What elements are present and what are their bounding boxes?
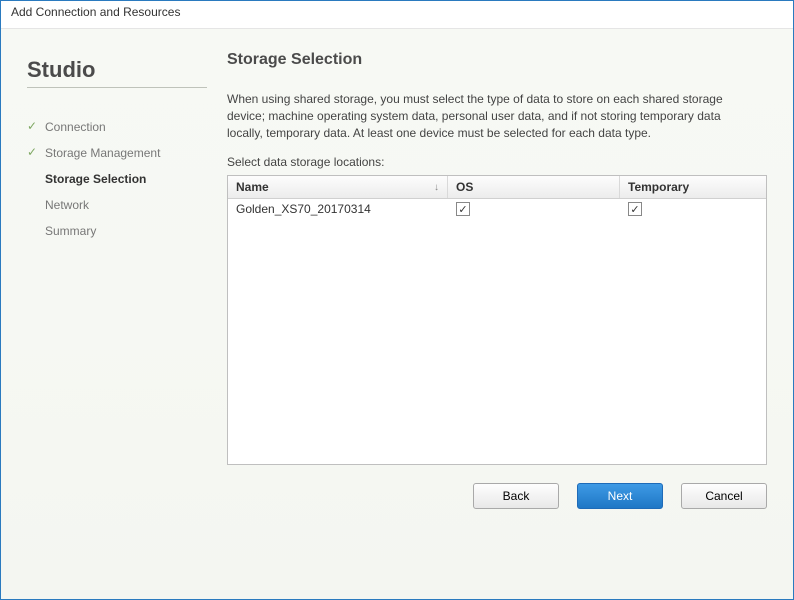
sort-arrow-icon: ↓ <box>434 182 439 193</box>
page-heading: Storage Selection <box>227 51 767 69</box>
wizard-step-network[interactable]: Network <box>27 192 207 218</box>
grid-body: Golden_XS70_20170314 ✓ ✓ <box>228 199 766 464</box>
os-checkbox[interactable]: ✓ <box>456 202 470 216</box>
wizard-step-connection[interactable]: Connection <box>27 114 207 140</box>
back-button[interactable]: Back <box>473 483 559 509</box>
page-description: When using shared storage, you must sele… <box>227 91 747 141</box>
column-header-name[interactable]: Name ↓ <box>228 176 448 198</box>
storage-temporary-cell: ✓ <box>620 199 766 219</box>
temporary-checkbox[interactable]: ✓ <box>628 202 642 216</box>
column-header-temporary[interactable]: Temporary <box>620 176 766 198</box>
storage-grid: Name ↓ OS Temporary Golden_XS70_20170314… <box>227 175 767 465</box>
wizard-step-summary[interactable]: Summary <box>27 218 207 244</box>
wizard-content: Studio ConnectionStorage ManagementStora… <box>1 29 793 599</box>
storage-name-cell: Golden_XS70_20170314 <box>228 199 448 219</box>
sidebar-title: Studio <box>27 57 207 83</box>
wizard-steps: ConnectionStorage ManagementStorage Sele… <box>27 114 207 244</box>
wizard-step-storage-management[interactable]: Storage Management <box>27 140 207 166</box>
window-title: Add Connection and Resources <box>11 5 180 19</box>
storage-os-cell: ✓ <box>448 199 620 219</box>
grid-header-row: Name ↓ OS Temporary <box>228 176 766 199</box>
column-header-temporary-label: Temporary <box>628 180 689 194</box>
wizard-sidebar: Studio ConnectionStorage ManagementStora… <box>27 51 207 585</box>
sidebar-divider <box>27 87 207 88</box>
column-header-os[interactable]: OS <box>448 176 620 198</box>
wizard-step-storage-selection[interactable]: Storage Selection <box>27 166 207 192</box>
wizard-footer: Back Next Cancel <box>227 465 767 513</box>
table-row[interactable]: Golden_XS70_20170314 ✓ ✓ <box>228 199 766 219</box>
window-titlebar: Add Connection and Resources <box>1 1 793 29</box>
cancel-button[interactable]: Cancel <box>681 483 767 509</box>
column-header-name-label: Name <box>236 180 269 194</box>
wizard-main: Storage Selection When using shared stor… <box>207 51 767 585</box>
next-button[interactable]: Next <box>577 483 663 509</box>
column-header-os-label: OS <box>456 180 473 194</box>
storage-subheading: Select data storage locations: <box>227 155 767 169</box>
